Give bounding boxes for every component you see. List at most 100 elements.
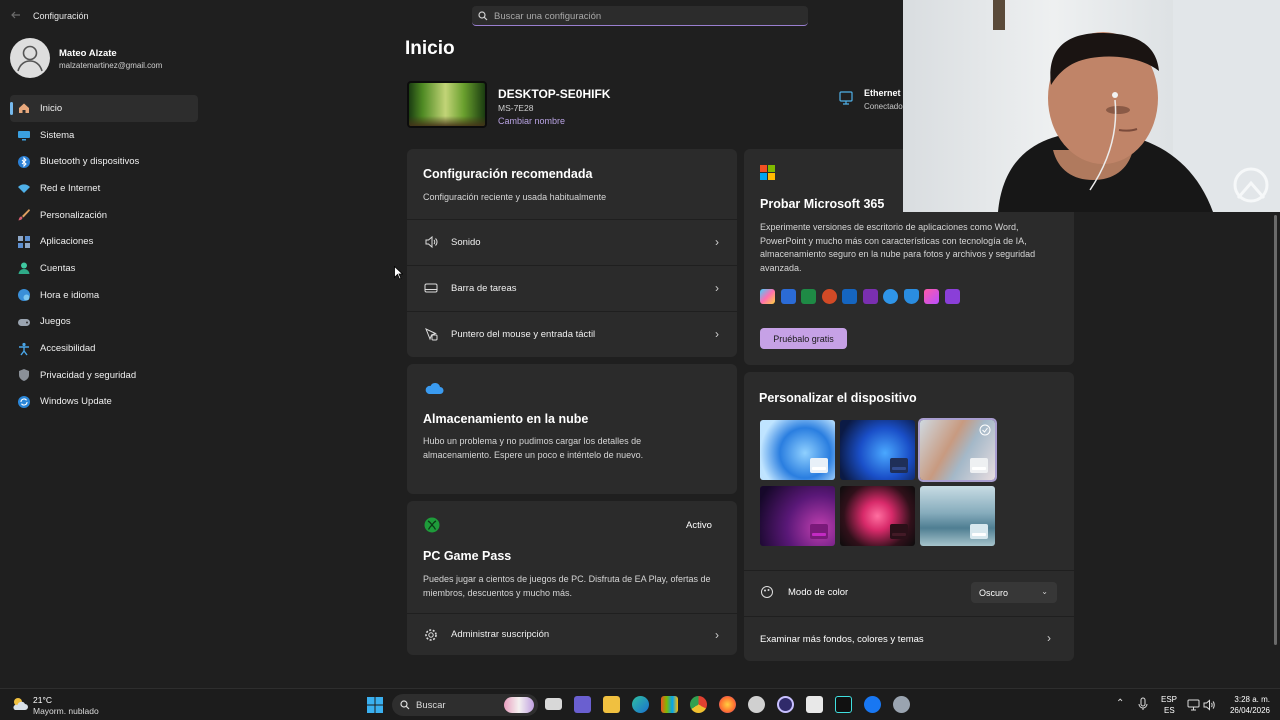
recommended-row-puntero[interactable]: Puntero del mouse y entrada táctil › — [407, 311, 737, 356]
excel-icon — [801, 289, 816, 304]
sidebar-item-hora[interactable]: Hora e idioma — [10, 282, 198, 309]
recommended-row-barra-tareas[interactable]: Barra de tareas › — [407, 265, 737, 310]
webcam-person-image — [993, 0, 1280, 212]
color-mode-label: Modo de color — [788, 587, 849, 598]
sidebar-item-label: Sistema — [40, 129, 75, 141]
volume-icon[interactable] — [1203, 698, 1216, 716]
device-wallpaper-thumbnail — [407, 81, 487, 128]
sidebar-item-label: Privacidad y seguridad — [40, 369, 137, 381]
keyboard-layout-indicator: ES — [1164, 706, 1175, 715]
card-title: Probar Microsoft 365 — [760, 197, 885, 211]
wallpaper-thumbnail[interactable] — [760, 420, 835, 480]
globe-clock-icon — [17, 288, 31, 302]
monitor-icon — [17, 128, 31, 142]
sidebar-item-red[interactable]: Red e Internet — [10, 175, 198, 202]
taskbar-search[interactable]: Buscar — [392, 694, 538, 716]
home-icon — [17, 101, 31, 115]
try-free-button[interactable]: Pruébalo gratis — [760, 328, 847, 349]
powerpoint-icon — [821, 289, 837, 304]
device-model: MS-7E28 — [498, 103, 534, 113]
sidebar-item-label: Juegos — [40, 316, 71, 328]
chevron-right-icon: › — [715, 327, 719, 341]
wallpaper-thumbnail[interactable] — [760, 486, 835, 546]
sidebar-item-aplicaciones[interactable]: Aplicaciones — [10, 228, 198, 255]
wifi-icon — [17, 181, 31, 195]
sidebar-item-label: Red e Internet — [40, 182, 101, 194]
scrollbar[interactable] — [1274, 215, 1277, 645]
mouse-cursor-icon — [394, 265, 404, 285]
file-explorer-icon[interactable] — [603, 696, 620, 713]
card-title: Personalizar el dispositivo — [759, 391, 917, 405]
browse-themes-link[interactable]: Examinar más fondos, colores y temas — [760, 634, 924, 645]
sidebar-item-cuentas[interactable]: Cuentas — [10, 255, 198, 282]
sidebar-nav: Inicio Sistema Bluetooth y dispositivos … — [10, 95, 198, 415]
network-status: Conectado — [864, 102, 903, 111]
word-icon — [780, 289, 796, 304]
wallpaper-thumbnail[interactable] — [920, 486, 995, 546]
sidebar-item-privacidad[interactable]: Privacidad y seguridad — [10, 362, 198, 389]
teams-icon[interactable] — [574, 696, 591, 713]
webcam-overlay — [903, 0, 1280, 212]
obs-icon[interactable] — [777, 696, 794, 713]
sidebar-item-label: Windows Update — [40, 396, 112, 408]
wallpaper-thumbnail[interactable] — [840, 420, 915, 480]
sidebar-item-sistema[interactable]: Sistema — [10, 122, 198, 149]
github-desktop-icon[interactable] — [748, 696, 765, 713]
microphone-icon[interactable] — [1138, 697, 1148, 716]
sidebar-item-juegos[interactable]: Juegos — [10, 309, 198, 336]
back-arrow-icon[interactable] — [10, 9, 24, 23]
onenote-icon — [862, 289, 878, 304]
card-title: Configuración recomendada — [423, 167, 593, 181]
row-label: Sonido — [451, 236, 481, 248]
network-tray-icon[interactable] — [1187, 698, 1200, 716]
wallpaper-thumbnail[interactable] — [918, 418, 997, 482]
weather-icon[interactable] — [11, 696, 29, 717]
search-input[interactable] — [494, 8, 794, 24]
pointer-icon — [423, 326, 439, 342]
wallpaper-thumbnail[interactable] — [840, 486, 915, 546]
store-icon[interactable] — [661, 696, 678, 713]
card-text: Hubo un problema y no pudimos cargar los… — [423, 436, 644, 460]
chevron-right-icon: › — [715, 627, 719, 642]
start-icon[interactable] — [367, 697, 383, 718]
divider — [744, 570, 1074, 571]
sidebar-item-label: Bluetooth y dispositivos — [40, 156, 140, 168]
chevron-right-icon: › — [1047, 631, 1051, 645]
app-icon[interactable] — [806, 696, 823, 713]
onedrive-icon — [424, 381, 444, 400]
manage-subscription-row[interactable]: Administrar suscripción › — [407, 613, 737, 655]
search-highlight-icon — [504, 697, 534, 713]
gamepass-card: Activo PC Game Pass Puedes jugar a cient… — [407, 501, 737, 655]
edge-icon[interactable] — [632, 696, 649, 713]
sidebar-item-inicio[interactable]: Inicio — [10, 95, 198, 122]
sidebar-item-accesibilidad[interactable]: Accesibilidad — [10, 335, 198, 362]
network-name[interactable]: Ethernet — [864, 88, 901, 98]
sidebar-item-label: Aplicaciones — [40, 236, 94, 248]
designer-icon — [924, 289, 939, 304]
search-box[interactable] — [472, 6, 808, 26]
chevron-up-icon[interactable]: ⌃ — [1116, 698, 1124, 709]
sidebar-item-bluetooth[interactable]: Bluetooth y dispositivos — [10, 148, 198, 175]
bluetooth-icon — [17, 155, 31, 169]
task-view-icon[interactable] — [545, 698, 562, 710]
chrome-icon[interactable] — [690, 696, 707, 713]
clock-date: 26/04/2026 — [1229, 706, 1270, 715]
search-icon — [400, 700, 410, 710]
apps-icon — [17, 235, 31, 249]
card-text: Experimente versiones de escritorio de a… — [760, 222, 1036, 273]
clipchamp-icon — [944, 289, 960, 304]
recommended-row-sonido[interactable]: Sonido › — [407, 219, 737, 264]
clock-time[interactable]: 3:28 a. m. — [1226, 695, 1270, 704]
tiktok-icon[interactable] — [835, 696, 852, 713]
facebook-icon[interactable] — [864, 696, 881, 713]
sidebar-item-personalizacion[interactable]: Personalización — [10, 202, 198, 229]
microsoft-logo-icon — [760, 165, 775, 180]
brush-icon — [17, 208, 31, 222]
ethernet-icon — [838, 90, 854, 111]
sidebar-item-windows-update[interactable]: Windows Update — [10, 389, 198, 416]
color-mode-dropdown[interactable]: Oscuro ⌄ — [971, 582, 1057, 603]
firefox-icon[interactable] — [719, 696, 736, 713]
rename-link[interactable]: Cambiar nombre — [498, 116, 565, 126]
language-indicator[interactable]: ESP — [1161, 695, 1177, 704]
settings-app-icon[interactable] — [893, 696, 910, 713]
